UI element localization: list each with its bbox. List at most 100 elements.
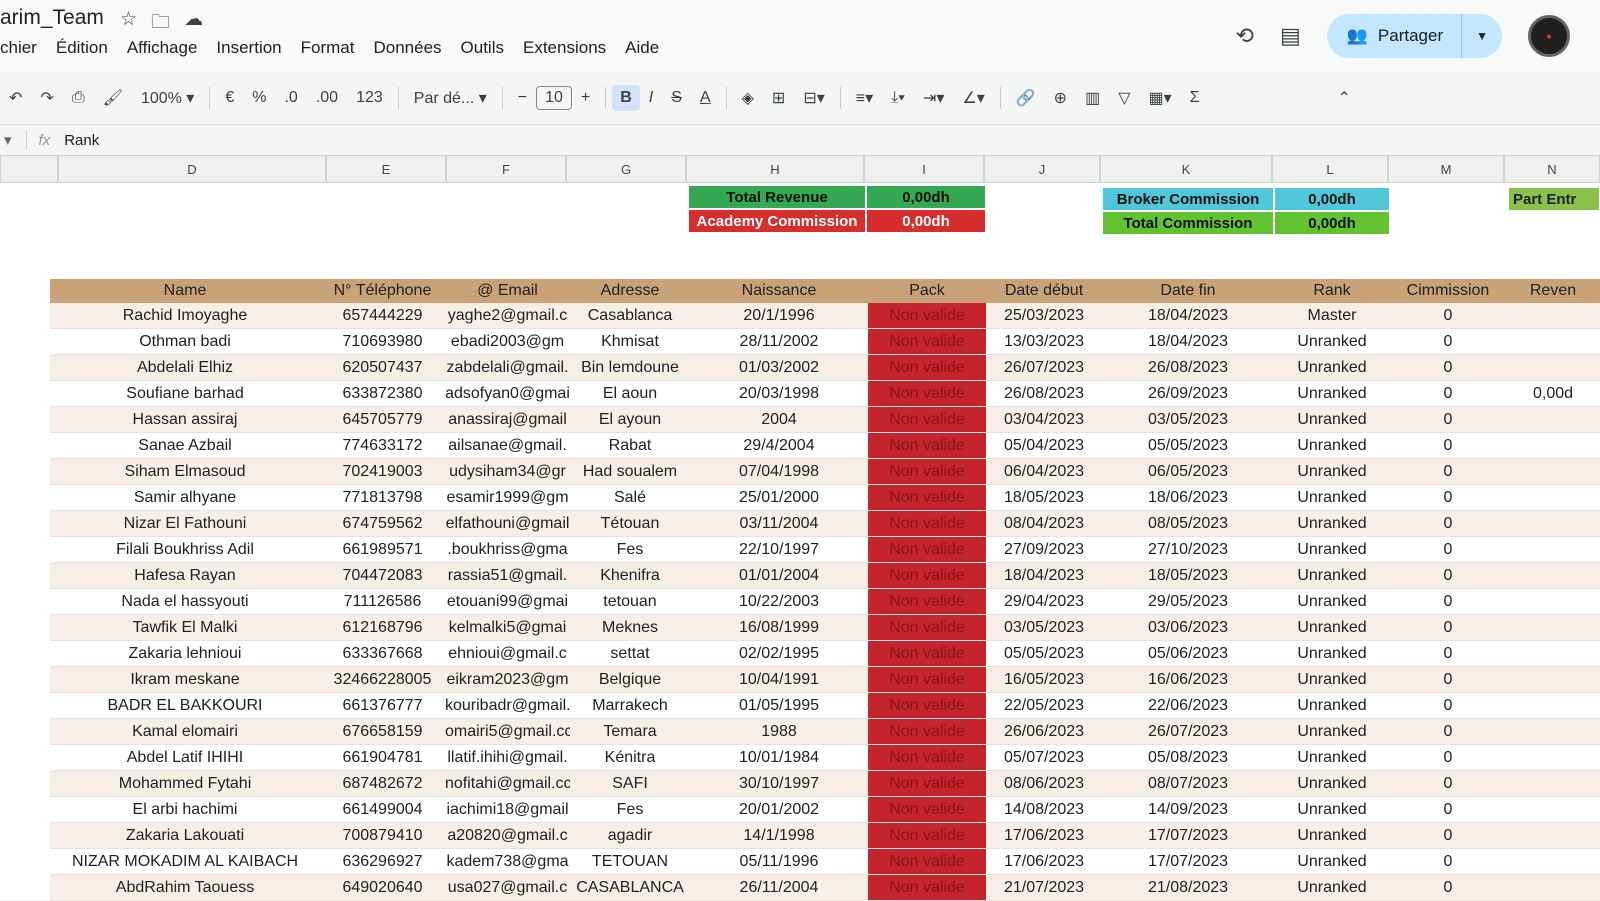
cell-rank[interactable]: Unranked	[1274, 433, 1390, 458]
column-header-i[interactable]: I	[864, 155, 984, 183]
cell-phone[interactable]: 32466228005	[320, 667, 445, 692]
cell-end-date[interactable]: 16/06/2023	[1102, 667, 1274, 692]
header-commission[interactable]: Cimmission	[1390, 279, 1506, 303]
cell-phone[interactable]: 636296927	[320, 849, 445, 874]
menu-extensions[interactable]: Extensions	[523, 38, 606, 58]
cell-email[interactable]: omairi5@gmail.cc	[445, 719, 570, 744]
cell-start-date[interactable]: 13/03/2023	[986, 329, 1102, 354]
cell-address[interactable]: Tétouan	[570, 511, 690, 536]
cell-phone[interactable]: 612168796	[320, 615, 445, 640]
cell-commission[interactable]: 0	[1390, 719, 1506, 744]
cell-birth[interactable]: 01/05/1995	[690, 693, 868, 718]
cell-revenue[interactable]	[1506, 849, 1600, 874]
cell-end-date[interactable]: 05/08/2023	[1102, 745, 1274, 770]
cell-end-date[interactable]: 05/05/2023	[1102, 433, 1274, 458]
cell-phone[interactable]: 674759562	[320, 511, 445, 536]
cell-end-date[interactable]: 08/07/2023	[1102, 771, 1274, 796]
number-format-button[interactable]: 123	[347, 89, 392, 107]
cell-end-date[interactable]: 06/05/2023	[1102, 459, 1274, 484]
document-title[interactable]: arim_Team	[0, 6, 104, 30]
cell-revenue[interactable]	[1506, 537, 1600, 562]
cell-email[interactable]: usa027@gmail.c	[445, 875, 570, 900]
cell-end-date[interactable]: 29/05/2023	[1102, 589, 1274, 614]
font-select[interactable]: Par dé... ▾	[405, 88, 496, 108]
decrease-decimal-button[interactable]: .0	[275, 89, 306, 107]
font-size-input[interactable]: 10	[536, 86, 572, 110]
cell-birth[interactable]: 16/08/1999	[690, 615, 868, 640]
cell-birth[interactable]: 02/02/1995	[690, 641, 868, 666]
menu-data[interactable]: Données	[373, 38, 441, 58]
cell-start-date[interactable]: 06/04/2023	[986, 459, 1102, 484]
academy-commission-value[interactable]: 0,00dh	[866, 209, 986, 233]
cell-commission[interactable]: 0	[1390, 745, 1506, 770]
cell-birth[interactable]: 26/11/2004	[690, 875, 868, 900]
cell-rank[interactable]: Unranked	[1274, 615, 1390, 640]
menu-insert[interactable]: Insertion	[216, 38, 281, 58]
history-icon[interactable]: ⟲	[1236, 23, 1254, 49]
cell-name[interactable]: Soufiane barhad	[50, 381, 320, 406]
zoom-select[interactable]: 100% ▾	[132, 88, 203, 108]
cell-email[interactable]: esamir1999@gm	[445, 485, 570, 510]
cell-revenue[interactable]: 0,00d	[1506, 381, 1600, 406]
cell-revenue[interactable]	[1506, 563, 1600, 588]
cell-phone[interactable]: 661376777	[320, 693, 445, 718]
cell-commission[interactable]: 0	[1390, 589, 1506, 614]
cell-commission[interactable]: 0	[1390, 329, 1506, 354]
cell-address[interactable]: Khenifra	[570, 563, 690, 588]
share-dropdown-icon[interactable]: ▼	[1462, 29, 1502, 43]
redo-icon[interactable]: ↷	[31, 88, 62, 108]
cell-rank[interactable]: Unranked	[1274, 485, 1390, 510]
cell-name[interactable]: AbdRahim Taouess	[50, 875, 320, 900]
cell-phone[interactable]: 700879410	[320, 823, 445, 848]
cell-end-date[interactable]: 03/05/2023	[1102, 407, 1274, 432]
cell-commission[interactable]: 0	[1390, 849, 1506, 874]
cell-start-date[interactable]: 27/09/2023	[986, 537, 1102, 562]
cell-start-date[interactable]: 26/06/2023	[986, 719, 1102, 744]
cell-commission[interactable]: 0	[1390, 303, 1506, 328]
cell-commission[interactable]: 0	[1390, 563, 1506, 588]
bold-button[interactable]: B	[612, 85, 640, 111]
cell-revenue[interactable]	[1506, 693, 1600, 718]
header-phone[interactable]: N° Téléphone	[320, 279, 445, 303]
cell-address[interactable]: El aoun	[570, 381, 690, 406]
cell-end-date[interactable]: 26/08/2023	[1102, 355, 1274, 380]
cell-start-date[interactable]: 16/05/2023	[986, 667, 1102, 692]
cell-address[interactable]: Rabat	[570, 433, 690, 458]
cell-email[interactable]: a20820@gmail.c	[445, 823, 570, 848]
cell-rank[interactable]: Unranked	[1274, 459, 1390, 484]
cell-phone[interactable]: 661989571	[320, 537, 445, 562]
cell-end-date[interactable]: 08/05/2023	[1102, 511, 1274, 536]
cell-end-date[interactable]: 18/06/2023	[1102, 485, 1274, 510]
cell-start-date[interactable]: 14/08/2023	[986, 797, 1102, 822]
cell-commission[interactable]: 0	[1390, 771, 1506, 796]
cell-end-date[interactable]: 27/10/2023	[1102, 537, 1274, 562]
cell-birth[interactable]: 10/22/2003	[690, 589, 868, 614]
cell-address[interactable]: Khmisat	[570, 329, 690, 354]
cell-address[interactable]: El ayoun	[570, 407, 690, 432]
cell-email[interactable]: anassiraj@gmail	[445, 407, 570, 432]
academy-commission-label[interactable]: Academy Commission	[688, 209, 866, 233]
cell-commission[interactable]: 0	[1390, 537, 1506, 562]
cell-pack[interactable]: Non valide	[868, 303, 986, 328]
formula-input[interactable]: Rank	[64, 132, 99, 149]
cell-birth[interactable]: 03/11/2004	[690, 511, 868, 536]
cell-birth[interactable]: 05/11/1996	[690, 849, 868, 874]
cell-start-date[interactable]: 03/04/2023	[986, 407, 1102, 432]
cell-email[interactable]: iachimi18@gmail	[445, 797, 570, 822]
cell-rank[interactable]: Unranked	[1274, 511, 1390, 536]
cell-rank[interactable]: Unranked	[1274, 355, 1390, 380]
cell-end-date[interactable]: 18/04/2023	[1102, 303, 1274, 328]
cell-commission[interactable]: 0	[1390, 407, 1506, 432]
cell-phone[interactable]: 620507437	[320, 355, 445, 380]
cell-revenue[interactable]	[1506, 589, 1600, 614]
cell-rank[interactable]: Master	[1274, 303, 1390, 328]
cell-rank[interactable]: Unranked	[1274, 641, 1390, 666]
part-label[interactable]: Part Entr	[1508, 187, 1600, 211]
cell-revenue[interactable]	[1506, 407, 1600, 432]
cell-pack[interactable]: Non valide	[868, 537, 986, 562]
cell-rank[interactable]: Unranked	[1274, 329, 1390, 354]
currency-format-button[interactable]: €	[216, 89, 243, 107]
cell-commission[interactable]: 0	[1390, 823, 1506, 848]
cell-commission[interactable]: 0	[1390, 511, 1506, 536]
cell-email[interactable]: eikram2023@gm	[445, 667, 570, 692]
